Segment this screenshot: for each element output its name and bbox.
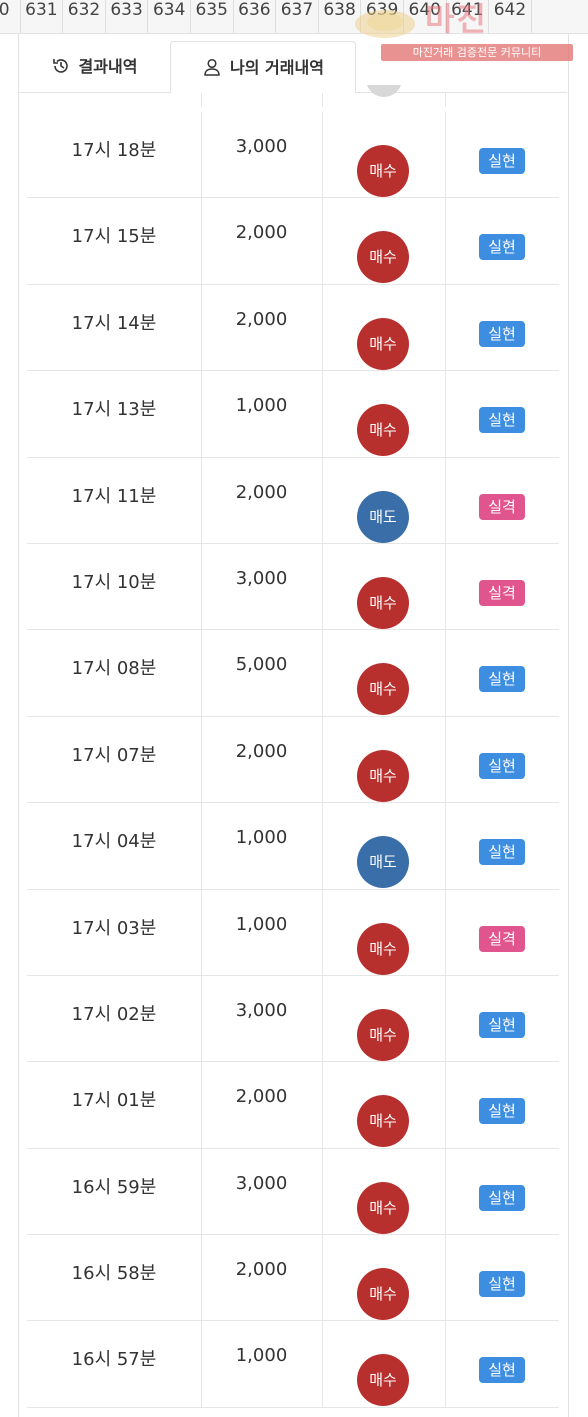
trade-row: 17시 01분 2,000 매수 실현 — [27, 1062, 559, 1149]
trade-amount: 2,000 — [235, 740, 288, 762]
result-badge: 실현 — [479, 148, 525, 174]
trade-amount: 5,000 — [235, 654, 288, 676]
result-badge: 실현 — [479, 234, 525, 261]
result-badge: 실현 — [479, 1184, 525, 1211]
trade-amount: 1,000 — [235, 395, 288, 417]
trade-amount: 1,000 — [235, 827, 288, 849]
trade-row: 17시 11분 2,000 매도 실격 — [27, 457, 559, 544]
trade-time: 17시 02분 — [71, 1003, 157, 1025]
result-badge: 실현 — [479, 407, 525, 434]
tab-my-trades[interactable]: 나의 거래내역 — [170, 41, 356, 93]
buy-badge: 매수 — [357, 1008, 409, 1061]
result-badge: 실현 — [479, 320, 525, 347]
trade-amount: 3,000 — [235, 567, 288, 589]
trade-amount: 3,000 — [235, 136, 288, 157]
trade-history-list: 17시 18분 3,000 매수 실현 17시 15분 2,000 매수 실현 17시 14분 2… — [27, 112, 559, 1408]
result-badge: 실현 — [479, 1271, 525, 1298]
trade-row: 17시 18분 3,000 매수 실현 — [27, 112, 559, 199]
result-badge: 실현 — [479, 666, 525, 693]
trade-row: 17시 04분 1,000 매도 실현 — [27, 803, 559, 890]
buy-badge: 매수 — [357, 749, 409, 802]
trade-amount: 2,000 — [235, 1086, 288, 1108]
trade-amount: 2,000 — [235, 308, 288, 330]
trade-time: 17시 14분 — [71, 312, 157, 334]
round-number: 633 — [106, 0, 149, 33]
buy-badge: 매수 — [357, 1095, 409, 1148]
user-icon — [204, 58, 220, 76]
trade-time: 17시 07분 — [71, 744, 157, 766]
round-number: 642 — [489, 0, 532, 33]
trade-row: 16시 59분 3,000 매수 실현 — [27, 1148, 559, 1236]
round-number: 635 — [191, 0, 234, 33]
trade-time: 17시 18분 — [71, 140, 157, 161]
tab-bar: 결과내역 나의 거래내역 — [18, 41, 567, 93]
trade-amount: 3,000 — [235, 999, 288, 1021]
buy-badge: 매수 — [357, 1354, 409, 1407]
trade-row: 17시 02분 3,000 매수 실현 — [27, 975, 559, 1063]
buy-badge: 매수 — [357, 231, 409, 284]
trade-row: 17시 08분 5,000 매수 실현 — [27, 630, 559, 717]
trade-time: 16시 57분 — [71, 1349, 157, 1371]
sell-badge: 매도 — [357, 836, 409, 889]
history-icon — [52, 59, 68, 73]
trade-time: 16시 59분 — [71, 1176, 157, 1198]
trade-row: 17시 13분 1,000 매수 실현 — [27, 371, 559, 458]
round-number: 640 — [404, 0, 447, 33]
trade-time: 16시 58분 — [71, 1263, 157, 1285]
buy-badge: 매수 — [357, 1268, 409, 1321]
result-badge: 실격 — [479, 493, 525, 520]
trade-amount: 2,000 — [235, 481, 288, 503]
trade-row: 16시 58분 2,000 매수 실현 — [27, 1235, 559, 1322]
trade-time: 17시 13분 — [71, 399, 157, 421]
buy-badge: 매수 — [357, 317, 409, 370]
result-badge: 실현 — [479, 1357, 525, 1384]
round-number: 639 — [361, 0, 404, 33]
round-number: 632 — [63, 0, 106, 33]
round-number: 30 — [0, 0, 21, 33]
round-number: 634 — [148, 0, 191, 33]
trade-time: 17시 11분 — [71, 485, 157, 507]
partial-badge-icon — [367, 85, 401, 97]
trade-row: 17시 03분 1,000 매수 실격 — [27, 889, 559, 976]
result-badge: 실현 — [479, 752, 525, 779]
trade-row: 16시 57분 1,000 매수 실현 — [27, 1321, 559, 1408]
trade-time: 17시 03분 — [71, 917, 157, 939]
round-number: 637 — [276, 0, 319, 33]
sell-badge: 매도 — [357, 490, 409, 543]
buy-badge: 매수 — [357, 1181, 409, 1234]
trade-amount: 1,000 — [235, 1345, 288, 1367]
trade-time: 17시 01분 — [71, 1090, 157, 1112]
tab-my-trades-label: 나의 거래내역 — [230, 58, 324, 77]
trade-amount: 3,000 — [235, 1172, 288, 1194]
round-number-strip: 30631632633634635636637638639640641642 — [0, 0, 588, 34]
trade-time: 17시 10분 — [71, 571, 157, 593]
buy-badge: 매수 — [357, 404, 409, 457]
buy-badge: 매수 — [357, 922, 409, 975]
round-number: 638 — [319, 0, 362, 33]
result-badge: 실현 — [479, 1098, 525, 1125]
result-badge: 실격 — [479, 579, 525, 606]
result-badge: 실격 — [479, 925, 525, 952]
trade-time: 17시 08분 — [71, 658, 157, 680]
trade-time: 17시 15분 — [71, 226, 157, 248]
trade-time: 17시 04분 — [71, 831, 157, 853]
buy-badge: 매수 — [357, 145, 409, 197]
round-number: 631 — [21, 0, 64, 33]
trade-row: 17시 15분 2,000 매수 실현 — [27, 198, 559, 285]
result-badge: 실현 — [479, 1011, 525, 1038]
result-badge: 실현 — [479, 839, 525, 866]
tab-results[interactable]: 결과내역 — [18, 41, 170, 93]
trade-amount: 2,000 — [235, 1259, 288, 1281]
round-number: 641 — [447, 0, 490, 33]
buy-badge: 매수 — [357, 663, 409, 716]
trade-row: 17시 10분 3,000 매수 실격 — [27, 543, 559, 631]
trade-amount: 2,000 — [235, 222, 288, 244]
list-top-edge — [27, 85, 559, 107]
round-number: 636 — [234, 0, 277, 33]
buy-badge: 매수 — [357, 576, 409, 629]
trade-row: 17시 07분 2,000 매수 실현 — [27, 716, 559, 804]
trade-amount: 1,000 — [235, 913, 288, 935]
trade-row: 17시 14분 2,000 매수 실현 — [27, 284, 559, 372]
tab-results-label: 결과내역 — [78, 57, 138, 76]
